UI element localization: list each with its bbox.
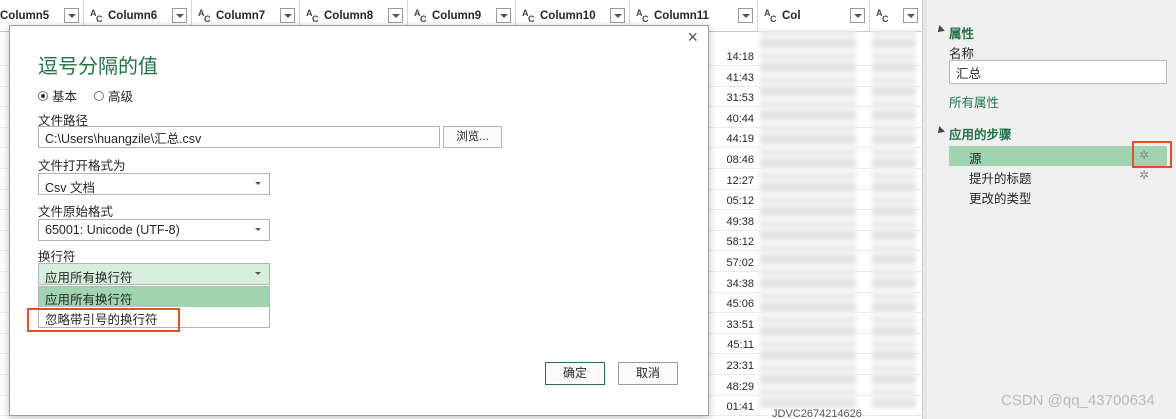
column-header[interactable]: AC Col — [758, 0, 870, 32]
step-changed-type[interactable]: 更改的类型 — [949, 186, 1167, 206]
column-header-label: Col — [782, 10, 801, 22]
column-header-label: Column11 — [654, 10, 709, 22]
column-header-label: Column9 — [432, 10, 482, 22]
ok-button[interactable]: 确定 — [545, 362, 605, 385]
radio-label: 基本 — [52, 90, 78, 104]
highlight-box — [1132, 141, 1172, 168]
column-header-label: Column5 — [0, 10, 50, 22]
step-label: 提升的标题 — [969, 172, 1032, 186]
text-type-icon: AC — [414, 8, 427, 24]
all-properties-link[interactable]: 所有属性 — [949, 92, 999, 111]
column-header-label: Column6 — [108, 10, 158, 22]
dialog-title: 逗号分隔的值 — [38, 56, 158, 78]
column-filter-button[interactable] — [850, 8, 865, 23]
highlight-box — [27, 308, 180, 332]
text-type-icon: AC — [90, 8, 103, 24]
file-origin-label: 文件原始格式 — [38, 205, 114, 219]
blurred-cells — [872, 30, 916, 408]
radio-unselected-icon — [94, 90, 104, 101]
text-type-icon: AC — [522, 8, 535, 24]
csv-dialog: × 逗号分隔的值 基本 高级 文件路径 浏览... 文件打开格式为 Csv 文档… — [9, 25, 709, 416]
text-type-icon: AC — [198, 8, 211, 24]
dropdown-option[interactable]: 应用所有换行符 — [39, 287, 269, 307]
cancel-button[interactable]: 取消 — [618, 362, 678, 385]
column-filter-button[interactable] — [903, 8, 918, 23]
blurred-cells — [760, 30, 856, 408]
select-value: Csv 文档 — [45, 181, 96, 195]
column-filter-button[interactable] — [610, 8, 625, 23]
text-type-icon: AC — [306, 8, 319, 24]
column-filter-button[interactable] — [496, 8, 511, 23]
chevron-down-icon — [255, 182, 261, 185]
column-header-label: Column7 — [216, 10, 266, 22]
panel-scrollbar[interactable] — [923, 0, 927, 419]
open-format-select[interactable]: Csv 文档 — [38, 173, 270, 195]
properties-title: 属性 — [949, 27, 975, 41]
file-origin-select[interactable]: 65001: Unicode (UTF-8) — [38, 219, 270, 241]
column-header-label: Column10 — [540, 10, 596, 22]
close-icon[interactable]: × — [687, 28, 698, 46]
column-filter-button[interactable] — [388, 8, 403, 23]
text-type-icon: AC — [764, 8, 777, 24]
name-input[interactable] — [949, 60, 1167, 84]
applied-steps-title: 应用的步骤 — [949, 128, 1012, 142]
gear-icon[interactable]: ✲ — [1139, 168, 1149, 182]
watermark: CSDN @qq_43700634 — [1001, 392, 1155, 409]
radio-selected-icon — [38, 90, 48, 101]
column-filter-button[interactable] — [738, 8, 753, 23]
column-filter-button[interactable] — [64, 8, 79, 23]
chevron-down-icon — [255, 272, 261, 275]
step-label: 更改的类型 — [969, 192, 1032, 206]
radio-basic[interactable]: 基本 — [38, 86, 77, 105]
chevron-down-icon — [255, 228, 261, 231]
column-filter-button[interactable] — [172, 8, 187, 23]
column-filter-button[interactable] — [280, 8, 295, 23]
text-type-icon: AC — [876, 8, 889, 24]
file-path-input[interactable] — [38, 126, 440, 148]
select-value: 应用所有换行符 — [45, 271, 133, 285]
column-header-label: Column8 — [324, 10, 374, 22]
line-break-select[interactable]: 应用所有换行符 — [38, 263, 270, 285]
radio-advanced[interactable]: 高级 — [94, 86, 133, 105]
browse-button[interactable]: 浏览... — [443, 126, 502, 148]
select-value: 65001: Unicode (UTF-8) — [45, 223, 180, 237]
step-promoted-headers[interactable]: 提升的标题 ✲ — [949, 166, 1167, 186]
query-settings-panel: 属性 名称 所有属性 应用的步骤 源 ✲ 提升的标题 ✲ 更改的类型 — [922, 0, 1176, 419]
collapse-triangle-icon[interactable] — [935, 25, 945, 35]
step-label: 源 — [969, 152, 982, 166]
collapse-triangle-icon[interactable] — [935, 126, 945, 136]
open-format-label: 文件打开格式为 — [38, 159, 126, 173]
text-type-icon: AC — [636, 8, 649, 24]
radio-label: 高级 — [108, 90, 134, 104]
column-header[interactable]: AC — [870, 0, 922, 32]
